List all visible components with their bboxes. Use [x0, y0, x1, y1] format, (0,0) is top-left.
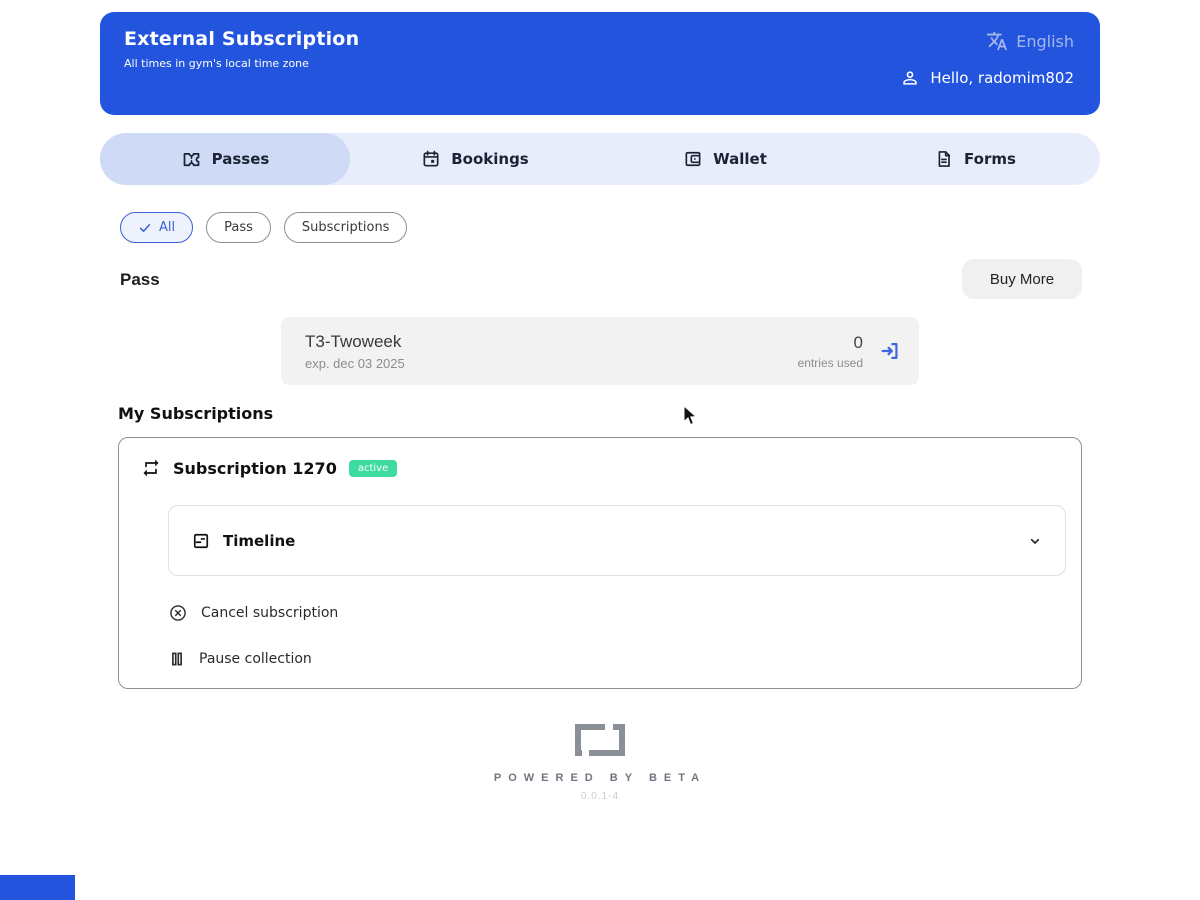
version-label: 0.0.1-4: [580, 791, 620, 802]
filter-chip-pass[interactable]: Pass: [206, 212, 271, 243]
tab-passes[interactable]: Passes: [100, 133, 350, 185]
entries-label: entries used: [797, 355, 863, 370]
pass-expiry: exp. dec 03 2025: [305, 355, 405, 371]
mouse-cursor: [683, 405, 699, 427]
powered-by-label: POWERED BY BETA: [493, 772, 707, 784]
tab-bar: Passes Bookings Wallet Forms: [100, 133, 1100, 185]
subscription-title: Subscription 1270: [173, 458, 337, 478]
tab-label: Forms: [964, 150, 1016, 168]
timeline-icon: [191, 531, 211, 551]
subscription-header: Subscription 1270 active: [141, 458, 1081, 478]
subscription-card: Subscription 1270 active Timeline Cancel…: [118, 437, 1082, 689]
pass-section-heading: Pass: [120, 270, 160, 289]
pause-icon: [168, 650, 186, 668]
pass-info: T3-Twoweek exp. dec 03 2025: [305, 332, 405, 371]
tab-label: Wallet: [713, 150, 767, 168]
language-label: English: [1016, 31, 1074, 51]
header: External Subscription All times in gym's…: [100, 12, 1100, 115]
timeline-label: Timeline: [223, 531, 296, 550]
tab-wallet[interactable]: Wallet: [600, 133, 850, 185]
login-arrow-icon: [879, 340, 901, 362]
entries-count: 0: [853, 332, 863, 352]
filter-chip-all[interactable]: All: [120, 212, 194, 243]
language-selector[interactable]: English: [986, 30, 1074, 52]
greeting-label: Hello, radomim802: [930, 69, 1074, 87]
open-pass-button[interactable]: [879, 340, 901, 362]
subscriptions-heading: My Subscriptions: [118, 404, 274, 423]
external-subscription-page: External Subscription All times in gym's…: [0, 0, 1200, 900]
tab-bookings[interactable]: Bookings: [350, 133, 600, 185]
pass-card: T3-Twoweek exp. dec 03 2025 0 entries us…: [281, 317, 919, 385]
timeline-accordion[interactable]: Timeline: [168, 505, 1066, 576]
tab-label: Passes: [211, 150, 270, 168]
repeat-icon: [141, 458, 161, 478]
document-icon: [934, 149, 954, 169]
tab-label: Bookings: [451, 150, 529, 168]
footer: POWERED BY BETA 0.0.1-4: [0, 724, 1200, 802]
wallet-icon: [683, 149, 703, 169]
chevron-down-icon: [1027, 533, 1043, 549]
header-right: English Hello, radomim802: [900, 30, 1074, 88]
beta-logo-icon: [575, 724, 625, 756]
translate-icon: [986, 30, 1008, 52]
action-label: Cancel subscription: [201, 605, 339, 621]
check-icon: [138, 221, 152, 235]
bottom-blue-bar: [0, 875, 75, 900]
tab-forms[interactable]: Forms: [850, 133, 1100, 185]
pass-entries: 0 entries used: [798, 333, 863, 370]
calendar-icon: [421, 149, 441, 169]
cancel-circle-icon: [168, 603, 188, 623]
ticket-icon: [181, 149, 202, 170]
buy-more-button[interactable]: Buy More: [962, 259, 1082, 299]
cancel-subscription-button[interactable]: Cancel subscription: [168, 603, 338, 623]
filter-chip-label: Subscriptions: [301, 220, 390, 235]
action-label: Pause collection: [199, 651, 312, 667]
filter-chip-label: All: [159, 220, 176, 235]
filter-chip-subscriptions[interactable]: Subscriptions: [283, 212, 408, 243]
pass-name: T3-Twoweek: [305, 331, 402, 351]
status-badge: active: [348, 459, 398, 477]
filter-chips: All Pass Subscriptions: [120, 212, 408, 243]
person-icon: [900, 68, 920, 88]
pause-collection-button[interactable]: Pause collection: [168, 650, 312, 668]
filter-chip-label: Pass: [224, 220, 253, 235]
user-greeting: Hello, radomim802: [900, 68, 1074, 88]
